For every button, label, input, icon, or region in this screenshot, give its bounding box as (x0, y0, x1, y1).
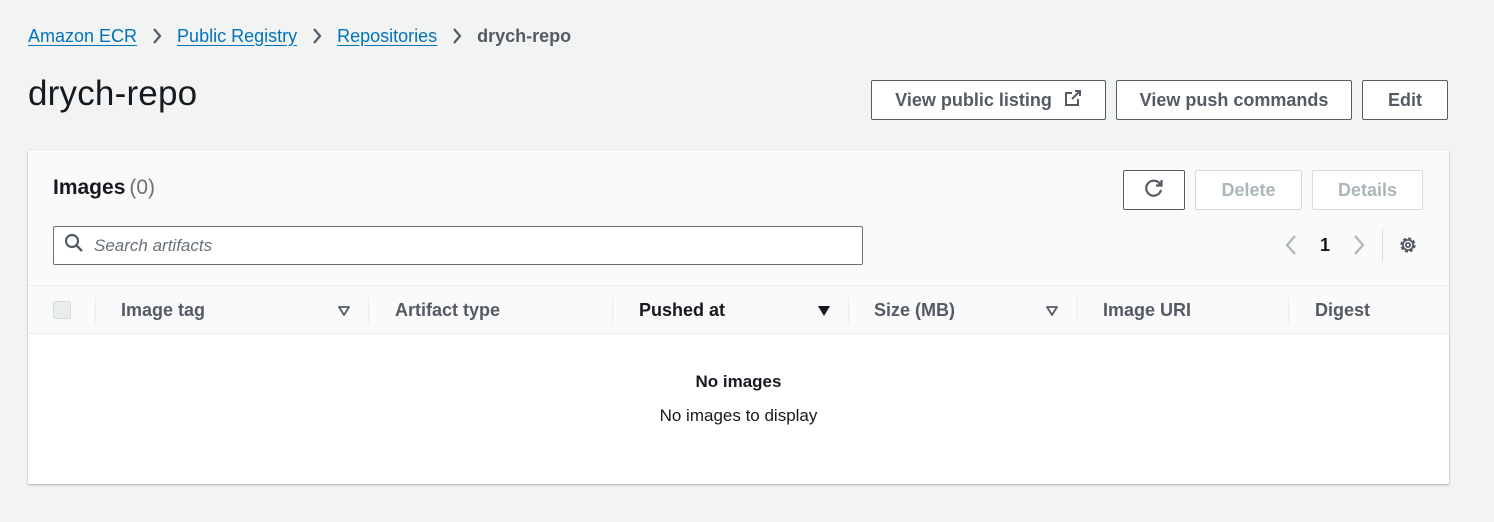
column-divider (95, 297, 96, 323)
pagination-divider (1382, 229, 1383, 261)
chevron-right-icon[interactable] (1342, 234, 1376, 256)
breadcrumb: Amazon ECR Public Registry Repositories … (28, 24, 571, 48)
empty-state-title: No images (695, 372, 782, 391)
column-divider (848, 297, 849, 323)
breadcrumb-amazon-ecr[interactable]: Amazon ECR (28, 26, 137, 47)
search-icon (64, 233, 84, 258)
images-panel: Images (0) Delete Details Search artifac… (28, 150, 1449, 484)
page-number[interactable]: 1 (1308, 235, 1342, 256)
caret-down-icon[interactable] (817, 304, 831, 322)
column-header-digest[interactable]: Digest (1315, 286, 1370, 334)
column-divider (1288, 297, 1289, 323)
chevron-right-icon (297, 27, 337, 45)
breadcrumb-current: drych-repo (477, 25, 572, 46)
select-all-checkbox[interactable] (53, 301, 71, 319)
chevron-right-icon (437, 27, 477, 45)
empty-state-description: No images to display (659, 406, 818, 425)
chevron-left-icon[interactable] (1274, 234, 1308, 256)
caret-down-icon[interactable] (337, 304, 351, 322)
images-count: (0) (129, 176, 156, 199)
refresh-button[interactable] (1123, 170, 1185, 210)
search-input[interactable] (94, 235, 862, 256)
column-header-size[interactable]: Size (MB) (874, 286, 955, 334)
delete-button[interactable]: Delete (1195, 170, 1302, 210)
header-actions: View public listing View push commands E… (871, 80, 1448, 120)
column-header-artifact-type[interactable]: Artifact type (395, 286, 500, 334)
column-header-image-uri[interactable]: Image URI (1103, 286, 1191, 334)
refresh-icon (1143, 177, 1165, 204)
view-push-commands-button[interactable]: View push commands (1116, 80, 1352, 120)
breadcrumb-public-registry[interactable]: Public Registry (177, 26, 297, 47)
gear-icon[interactable] (1393, 234, 1423, 256)
images-panel-header: Images (0) Delete Details Search artifac… (28, 150, 1449, 286)
images-panel-actions: Delete Details (1123, 170, 1423, 210)
column-divider (612, 297, 613, 323)
table-header: Image tag Artifact type Pushed at Size (… (28, 286, 1449, 334)
images-panel-title: Images (0) (53, 176, 155, 200)
images-title-text: Images (53, 176, 126, 199)
view-public-listing-label: View public listing (895, 89, 1052, 110)
pagination: 1 (1274, 229, 1423, 261)
edit-button[interactable]: Edit (1362, 80, 1448, 120)
view-public-listing-button[interactable]: View public listing (871, 80, 1106, 120)
external-link-icon (1064, 89, 1082, 112)
chevron-right-icon (137, 27, 177, 45)
search-box (53, 226, 863, 265)
caret-down-icon[interactable] (1045, 304, 1059, 322)
column-header-image-tag[interactable]: Image tag (121, 286, 205, 334)
breadcrumb-repositories[interactable]: Repositories (337, 26, 437, 47)
details-button[interactable]: Details (1312, 170, 1423, 210)
column-divider (1077, 297, 1078, 323)
column-divider (368, 297, 369, 323)
empty-state: No images No images to display (28, 372, 1449, 426)
column-header-pushed-at[interactable]: Pushed at (639, 286, 725, 334)
page-title: drych-repo (28, 74, 198, 113)
